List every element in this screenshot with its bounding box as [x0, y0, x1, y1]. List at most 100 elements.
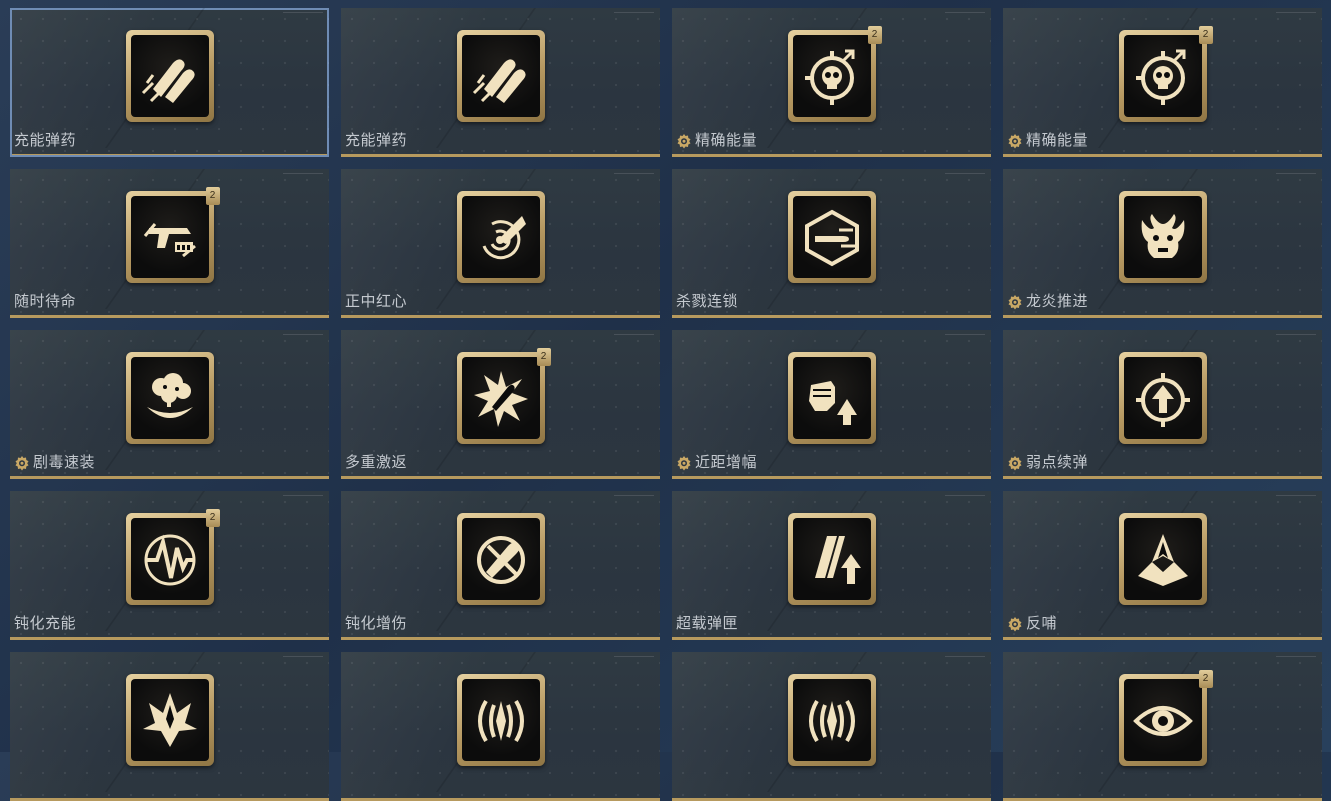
perk-icon-frame [456, 674, 545, 766]
perk-grid-screen: { "colors": { "accent_gold": "#b79a5e", … [0, 0, 1331, 801]
perk-card[interactable]: 正中红心 [341, 169, 660, 318]
perk-label: 精确能量 [1007, 132, 1088, 150]
perk-card[interactable]: 2 钝化充能 [10, 491, 329, 640]
card-corner-mark [945, 12, 985, 19]
eye-icon [1132, 706, 1193, 736]
card-corner-mark [283, 334, 323, 341]
perk-label: 钝化充能 [14, 615, 76, 633]
perk-name: 超载弹匣 [676, 615, 739, 632]
perk-label: 精确能量 [676, 132, 757, 150]
perk-card[interactable]: 弱点续弹 [1003, 330, 1322, 479]
perk-name: 正中红心 [345, 293, 408, 310]
spiked-crown-icon [142, 693, 197, 747]
perk-icon-frame [787, 674, 876, 766]
perk-icon-frame: 2 [125, 187, 220, 283]
perk-card[interactable]: 2 精确能量 [672, 8, 991, 157]
pistol-reload-icon [143, 223, 196, 258]
perk-card[interactable] [10, 652, 329, 801]
perk-name: 充能弹药 [345, 132, 408, 149]
perk-label: 钝化增伤 [345, 615, 407, 633]
perk-card[interactable]: 钝化增伤 [341, 491, 660, 640]
perk-card[interactable]: 杀戮连锁 [672, 169, 991, 318]
skull-target-icon [1135, 49, 1185, 105]
gear-badge-icon [1008, 617, 1022, 632]
perk-label: 多重激返 [345, 454, 407, 472]
gear-badge-icon [15, 456, 29, 471]
bullet-chain-icon [804, 209, 859, 267]
perk-card[interactable]: 充能弹药 [341, 8, 660, 157]
card-corner-mark [945, 334, 985, 341]
perk-card[interactable]: 近距增幅 [672, 330, 991, 479]
perk-card[interactable]: 2 多重激返 [341, 330, 660, 479]
perk-icon-frame [125, 352, 214, 444]
perk-card[interactable]: 超载弹匣 [672, 491, 991, 640]
perk-name: 钝化充能 [14, 615, 77, 632]
tier-tab: 2 [1198, 670, 1213, 688]
perk-name: 钝化增伤 [345, 615, 408, 632]
perk-label: 龙炎推进 [1007, 293, 1088, 311]
crystal-spikes-icon [1137, 534, 1188, 586]
perk-name: 精确能量 [695, 132, 758, 149]
perk-icon-frame [125, 30, 214, 122]
perk-icon-frame [125, 674, 214, 766]
dragon-head-icon [1141, 214, 1184, 258]
perk-label: 超载弹匣 [676, 615, 738, 633]
perk-label: 随时待命 [14, 293, 76, 311]
target-arrow-icon [1135, 373, 1190, 427]
perk-card[interactable]: 反哺 [1003, 491, 1322, 640]
perk-name: 多重激返 [345, 454, 408, 471]
gear-badge-icon [677, 456, 691, 471]
perk-name: 剧毒速装 [33, 454, 96, 471]
perk-card[interactable]: 2 [1003, 652, 1322, 801]
twin-bullets-icon [472, 59, 526, 103]
perk-card[interactable] [672, 652, 991, 801]
tier-tab: 2 [205, 509, 220, 527]
pulse-wave-icon [144, 534, 195, 586]
card-corner-mark [945, 656, 985, 663]
bullseye-impact-icon [482, 216, 526, 260]
perk-icon-frame: 2 [1118, 670, 1213, 766]
perk-label: 剧毒速装 [14, 454, 95, 472]
card-corner-mark [283, 12, 323, 19]
perk-name: 精确能量 [1026, 132, 1089, 149]
magazine-up-icon [814, 536, 861, 584]
perk-icon-frame [1118, 191, 1207, 283]
perk-label: 反哺 [1007, 615, 1057, 633]
perk-name: 随时待命 [14, 293, 77, 310]
perk-icon-frame [787, 191, 876, 283]
card-corner-mark [614, 173, 654, 180]
perk-label: 充能弹药 [14, 132, 76, 150]
perk-name: 龙炎推进 [1026, 293, 1089, 310]
perk-name: 弱点续弹 [1026, 454, 1089, 471]
crossed-bullet-icon [476, 536, 525, 584]
perk-card[interactable]: 充能弹药 [10, 8, 329, 157]
perk-card[interactable]: 2 随时待命 [10, 169, 329, 318]
perk-icon-frame: 2 [125, 509, 220, 605]
perk-card[interactable] [341, 652, 660, 801]
perk-label: 近距增幅 [676, 454, 757, 472]
toxic-cloud-icon [146, 373, 193, 418]
card-corner-mark [283, 656, 323, 663]
card-corner-mark [1276, 656, 1316, 663]
bullet-burst-icon [473, 371, 528, 427]
fist-arrow-icon [808, 381, 857, 425]
perk-icon-frame [787, 513, 876, 605]
perk-name: 杀戮连锁 [676, 293, 739, 310]
perk-card[interactable]: 剧毒速装 [10, 330, 329, 479]
perk-label: 充能弹药 [345, 132, 407, 150]
card-corner-mark [1276, 173, 1316, 180]
tier-tab: 2 [867, 26, 882, 44]
card-corner-mark [1276, 495, 1316, 502]
perk-icon-frame [1118, 513, 1207, 605]
skull-target-icon [804, 49, 854, 105]
perk-card[interactable]: 2 精确能量 [1003, 8, 1322, 157]
perk-name: 充能弹药 [14, 132, 77, 149]
perk-icon-frame [787, 352, 876, 444]
card-corner-mark [1276, 12, 1316, 19]
gear-badge-icon [1008, 456, 1022, 471]
tier-tab: 2 [536, 348, 551, 366]
card-corner-mark [283, 173, 323, 180]
perk-card[interactable]: 龙炎推进 [1003, 169, 1322, 318]
perk-name: 反哺 [1026, 615, 1058, 632]
card-corner-mark [283, 495, 323, 502]
